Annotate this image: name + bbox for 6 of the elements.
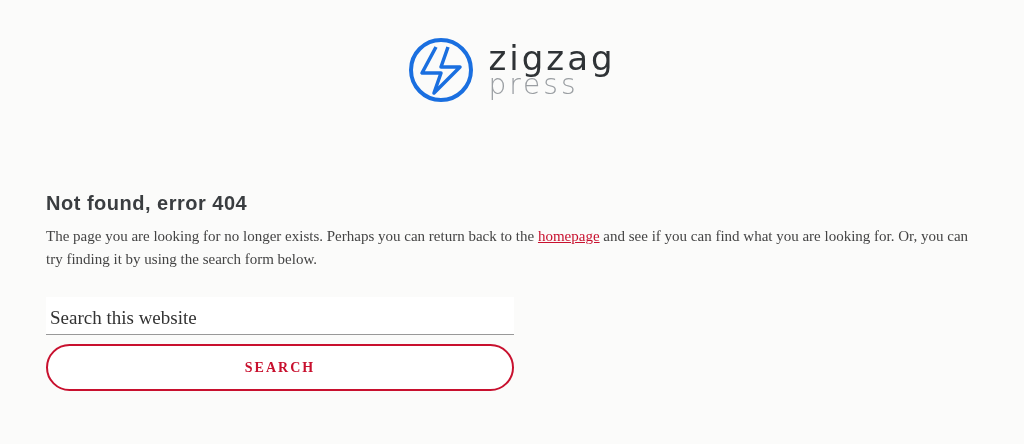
lightning-logo-icon bbox=[408, 37, 475, 103]
page-heading: Not found, error 404 bbox=[46, 192, 249, 215]
search-field[interactable]: Search this website bbox=[46, 297, 514, 335]
search-button[interactable]: SEARCH bbox=[46, 344, 514, 391]
error-message: The page you are looking for no longer exists. Perhaps you can return back to the homepage and see if you can find what you are looking for. Or, you can try finding it by using the search form below. bbox=[46, 227, 970, 269]
homepage-link[interactable]: homepage bbox=[537, 228, 600, 244]
